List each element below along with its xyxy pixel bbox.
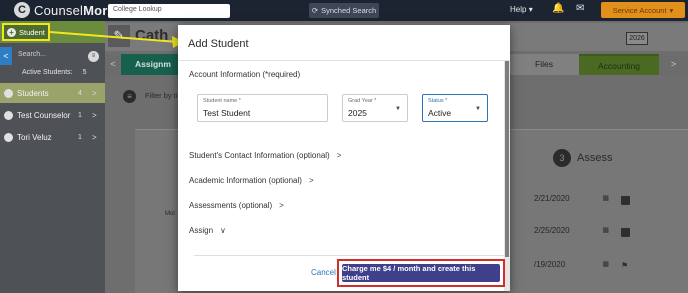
sidebar-item-count: 1 <box>78 111 82 119</box>
section-label: Student's Contact Information (optional) <box>189 151 330 160</box>
user-icon <box>4 110 13 120</box>
sync-icon: ⟳ <box>311 6 319 15</box>
modal-title: Add Student <box>188 38 249 50</box>
chevron-right-icon: > <box>92 132 97 142</box>
field-label: Status * <box>428 98 448 104</box>
contact-info-section[interactable]: Student's Contact Information (optional)… <box>189 151 341 160</box>
student-name-field[interactable]: Student name * Test Student <box>197 94 328 122</box>
filter-by-title-label: Filter by tit <box>145 91 180 100</box>
chevron-right-icon: > <box>279 201 284 210</box>
top-navbar: C CounselMore College Lookup ⟳ Synched S… <box>0 0 688 21</box>
partial-text: Mol <box>165 211 175 217</box>
user-icon <box>4 88 13 98</box>
sidebar-item-test-counselor[interactable]: Test Counselor 1 > <box>0 105 105 125</box>
section-label: Assign <box>189 226 214 235</box>
academic-info-section[interactable]: Academic Information (optional) > <box>189 176 314 185</box>
account-info-heading: Account Information (*required) <box>189 70 301 79</box>
field-label: Student name * <box>203 98 241 104</box>
app-logo[interactable]: C CounselMore <box>14 2 115 18</box>
sidebar-item-label: Tori Veluz <box>17 132 52 142</box>
sidebar-item-label: Test Counselor <box>17 110 71 120</box>
tab-files[interactable]: Files <box>509 54 579 75</box>
charge-and-create-button[interactable]: Charge me $4 / month and create this stu… <box>342 264 500 282</box>
tab-accounting[interactable]: Accounting <box>579 54 659 75</box>
date-field[interactable]: /19/2020 ▦ <box>534 260 612 275</box>
filter-list-icon[interactable]: ≡ <box>123 90 136 103</box>
sidebar-search-input[interactable]: Search... <box>18 48 80 64</box>
divider <box>178 60 510 61</box>
complete-checkbox[interactable] <box>621 228 630 237</box>
add-student-modal: Add Student Account Information (*requir… <box>178 25 510 291</box>
help-menu[interactable]: Help ▾ <box>510 5 533 14</box>
chevron-right-icon: > <box>92 110 97 120</box>
year-badge: 2026 <box>626 32 648 45</box>
user-icon <box>4 132 13 142</box>
synced-search-label: Synched Search <box>321 6 377 15</box>
sidebar-item-tori-veluz[interactable]: Tori Veluz 1 > <box>0 127 105 147</box>
flag-icon[interactable]: ⚑ <box>621 261 630 270</box>
assign-section[interactable]: Assign ∨ <box>189 226 226 235</box>
assessments-section[interactable]: Assessments (optional) > <box>189 201 284 210</box>
active-students-count: Active Students: 5 <box>22 69 87 76</box>
cancel-button[interactable]: Cancel <box>311 268 336 277</box>
field-value: 2025 <box>348 108 367 118</box>
chevron-right-icon: > <box>308 176 314 185</box>
assess-step: 3 Assess <box>553 149 612 167</box>
submit-highlight: Charge me $4 / month and create this stu… <box>337 259 505 287</box>
date-field[interactable]: 2/21/2020 ▦ <box>534 194 612 209</box>
status-select[interactable]: Status * Active ▼ <box>422 94 488 122</box>
calendar-icon: ▦ <box>602 195 609 202</box>
field-value: Test Student <box>203 108 251 118</box>
sidebar-item-count: 4 <box>78 89 82 97</box>
tabs-prev-button[interactable]: < <box>105 54 121 75</box>
sidebar-item-students[interactable]: Students 4 > <box>0 83 105 103</box>
sidebar-search-row: < Search... ≡ <box>0 46 105 66</box>
edit-icon[interactable]: ✎ <box>108 25 130 47</box>
complete-checkbox[interactable] <box>621 196 630 205</box>
sidebar-header: + Student <box>0 21 105 43</box>
assess-step-label: Assess <box>577 152 613 164</box>
messages-icon[interactable]: ✉ <box>576 3 588 16</box>
sidebar-item-count: 1 <box>78 133 82 141</box>
college-lookup-input[interactable]: College Lookup <box>108 4 230 18</box>
plus-icon: + <box>7 27 16 37</box>
footer-divider <box>194 255 504 256</box>
field-value: Active <box>428 108 452 118</box>
chevron-down-icon: ▼ <box>395 106 401 112</box>
modal-scrollbar-thumb[interactable] <box>505 61 509 257</box>
collapse-sidebar-button[interactable]: < <box>0 47 12 65</box>
calendar-icon: ▦ <box>602 261 609 268</box>
chevron-down-icon: ▼ <box>475 106 481 112</box>
service-account-label: Service Account <box>612 5 667 15</box>
sidebar-item-label: Students <box>17 88 49 98</box>
notifications-bell-icon[interactable]: 🔔 <box>552 3 564 16</box>
tabs-next-button[interactable]: > <box>659 54 688 75</box>
section-label: Assessments (optional) <box>189 201 273 210</box>
calendar-icon: ▦ <box>602 227 609 234</box>
chevron-down-icon: ▾ <box>669 5 674 15</box>
chevron-right-icon: > <box>92 88 97 98</box>
service-account-menu[interactable]: Service Account ▾ <box>601 2 685 18</box>
left-sidebar: + Student < Search... ≡ Active Students:… <box>0 21 105 293</box>
date-field[interactable]: 2/25/2020 ▦ <box>534 226 612 241</box>
tab-assignments[interactable]: Assignm <box>121 54 181 75</box>
synced-search-button[interactable]: ⟳ Synched Search <box>309 3 379 18</box>
add-student-button[interactable]: + Student <box>2 23 50 41</box>
filter-icon[interactable]: ≡ <box>88 50 99 62</box>
chevron-right-icon: > <box>336 151 342 160</box>
grad-year-select[interactable]: Grad Year * 2025 ▼ <box>342 94 408 122</box>
section-label: Academic Information (optional) <box>189 176 302 185</box>
add-student-label: Student <box>19 27 45 37</box>
logo-icon: C <box>14 2 30 18</box>
chevron-down-icon: ∨ <box>220 226 226 235</box>
student-title: Cath <box>135 27 169 44</box>
logo-text: CounselMore <box>34 2 115 18</box>
field-label: Grad Year * <box>348 98 377 104</box>
assess-step-number: 3 <box>553 149 571 167</box>
